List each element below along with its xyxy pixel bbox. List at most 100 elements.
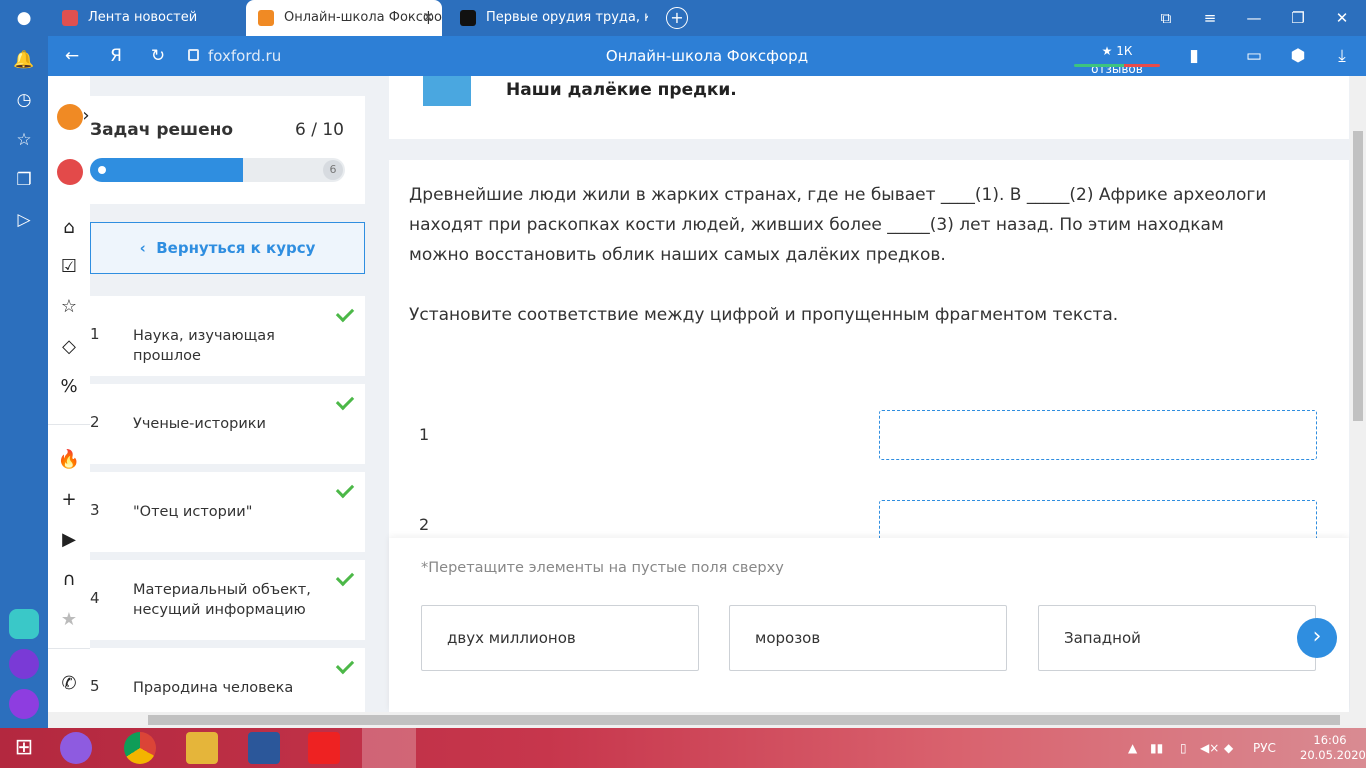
task-title: "Отец истории" [133,504,253,520]
task-title: Материальный объект, несущий информацию [133,582,311,618]
battery-icon[interactable]: ▯ [1180,728,1187,768]
drag-option[interactable]: Западной [1038,605,1316,671]
alice-app-icon[interactable] [9,649,39,679]
task-number: 1 [90,325,100,343]
check-icon [335,655,355,675]
favorite-icon[interactable]: ★ [57,608,81,632]
language-indicator[interactable]: РУС [1253,728,1276,768]
battery-saver-icon[interactable]: ▭ [1242,44,1266,68]
task-title: Прародина человека [133,680,294,696]
page-viewport: › ⌂ ☑ ☆ ◇ % 🔥 + ▶ ∩ ★ ✆ Задач решено 6 /… [48,76,1366,712]
tab-label: Первые орудия труда, ко [486,10,648,25]
task-item[interactable]: 4 Материальный объект, несущий информаци… [90,560,365,640]
tab-foxford[interactable]: Онлайн-школа Фоксфорд ✕ [246,0,442,36]
progress-track: 6 [90,158,345,182]
windows-start-icon[interactable]: ⊞ [8,732,40,764]
media-icon[interactable]: ▷ [12,208,36,232]
progress-start-dot [98,166,106,174]
restore-button[interactable]: ❐ [1276,0,1320,36]
clock[interactable]: 16:06 20.05.2020 [1300,733,1366,763]
task-number: 2 [90,413,100,431]
tasks-icon[interactable]: ☑ [57,255,81,279]
collections-icon[interactable]: ❐ [12,168,36,192]
progress-card: Задач решено 6 / 10 6 [90,96,365,204]
downloads-icon[interactable]: ⤓ [1330,44,1354,68]
drag-hint: *Перетащите элементы на пустые поля свер… [421,560,784,576]
home-icon[interactable]: ⌂ [57,216,81,240]
close-tab-icon[interactable]: ✕ [422,0,434,36]
tab-news[interactable]: Лента новостей [50,0,244,36]
word-taskbar-icon[interactable] [248,732,280,764]
chevron-left-icon: ‹ [139,239,157,257]
progress-end-marker: 6 [323,160,343,180]
history-icon[interactable]: ◷ [12,88,36,112]
site-rail: › ⌂ ☑ ☆ ◇ % 🔥 + ▶ ∩ ★ ✆ [48,76,90,712]
foxford-favicon-icon [258,10,274,26]
clock-time: 16:06 [1313,733,1347,747]
scroll-thumb[interactable] [148,715,1340,725]
task-item[interactable]: 3 "Отец истории" [90,472,365,552]
reviews-label: ★ 1К отзывов [1091,44,1143,76]
close-window-button[interactable]: ✕ [1320,0,1364,36]
tray-chevron-icon[interactable]: ▲ [1128,728,1137,768]
menu-icon[interactable]: ≡ [1188,0,1232,36]
tab-tools[interactable]: Первые орудия труда, ко [448,0,648,36]
reviews-badge[interactable]: ★ 1К отзывов [1074,42,1160,76]
back-to-course-button[interactable]: ‹ Вернуться к курсу [90,222,365,274]
tab-strip: Лента новостей Онлайн-школа Фоксфорд ✕ П… [48,0,1366,36]
new-tab-button[interactable]: + [666,7,688,29]
percent-icon[interactable]: % [57,375,81,399]
play-icon[interactable]: ▶ [57,528,81,552]
bookmarks-icon[interactable]: ☆ [12,128,36,152]
volume-icon[interactable]: ◀× [1200,728,1219,768]
explorer-taskbar-icon[interactable] [186,732,218,764]
star-icon[interactable]: ☆ [57,295,81,319]
task-item[interactable]: 5 Прародина человека [90,648,365,712]
minimize-button[interactable]: — [1232,0,1276,36]
plus-icon[interactable]: + [57,488,81,512]
tabs-menu-icon[interactable]: ⧉ [1144,0,1188,36]
rating-bar [1074,64,1160,67]
drag-option[interactable]: двух миллионов [421,605,699,671]
yandex-browser-taskbar-icon[interactable] [362,728,416,768]
question-text: Древнейшие люди жили в жарких странах, г… [409,185,1267,265]
back-to-course-label: Вернуться к курсу [156,239,316,257]
question-card: Древнейшие люди жили в жарких странах, г… [389,160,1349,712]
progress-label: Задач решено [90,120,234,140]
profile-icon[interactable]: ● [12,6,36,30]
drop-zone-1[interactable] [879,410,1317,460]
taskbar: ⊞ ▲ ▮▮ ▯ ◀× ◆ РУС 16:06 20.05.2020 [0,728,1366,768]
protect-icon[interactable]: ⬢ [1286,44,1310,68]
rail-divider [48,424,90,425]
check-icon [335,567,355,587]
progress-count: 6 / 10 [295,120,344,140]
scroll-thumb[interactable] [1353,131,1363,421]
task-number: 4 [90,589,100,607]
drag-option[interactable]: морозов [729,605,1007,671]
phone-icon[interactable]: ✆ [57,672,81,696]
yandex-taskbar-icon[interactable] [308,732,340,764]
network-icon[interactable]: ▮▮ [1150,728,1163,768]
bookmark-icon[interactable]: ▮ [1182,44,1206,68]
task-number: 5 [90,677,100,695]
progress-fill [90,158,243,182]
tag-icon[interactable]: ◇ [57,335,81,359]
task-title: Наука, изучающая прошлое [133,328,275,364]
headphones-icon[interactable]: ∩ [57,568,81,592]
task-item[interactable]: 1 Наука, изучающая прошлое [90,296,365,376]
fish-icon[interactable] [57,159,83,185]
voice-assistant-icon[interactable] [9,689,39,719]
next-options-button[interactable]: › [1297,618,1337,658]
fire-icon[interactable]: 🔥 [57,448,81,472]
chrome-taskbar-icon[interactable] [124,732,156,764]
tray-app-icon[interactable]: ◆ [1224,728,1233,768]
tab-label: Онлайн-школа Фоксфорд [284,10,442,25]
messenger-app-icon[interactable] [9,609,39,639]
match-row-label: 2 [419,515,430,534]
notifications-icon[interactable]: 🔔 [12,48,36,72]
task-item[interactable]: 2 Ученые-историки [90,384,365,464]
vertical-scrollbar[interactable] [1350,76,1366,712]
alice-taskbar-icon[interactable] [60,732,92,764]
horizontal-scrollbar[interactable] [48,712,1366,728]
browser-sidebar: ● 🔔 ◷ ☆ ❐ ▷ [0,0,48,728]
